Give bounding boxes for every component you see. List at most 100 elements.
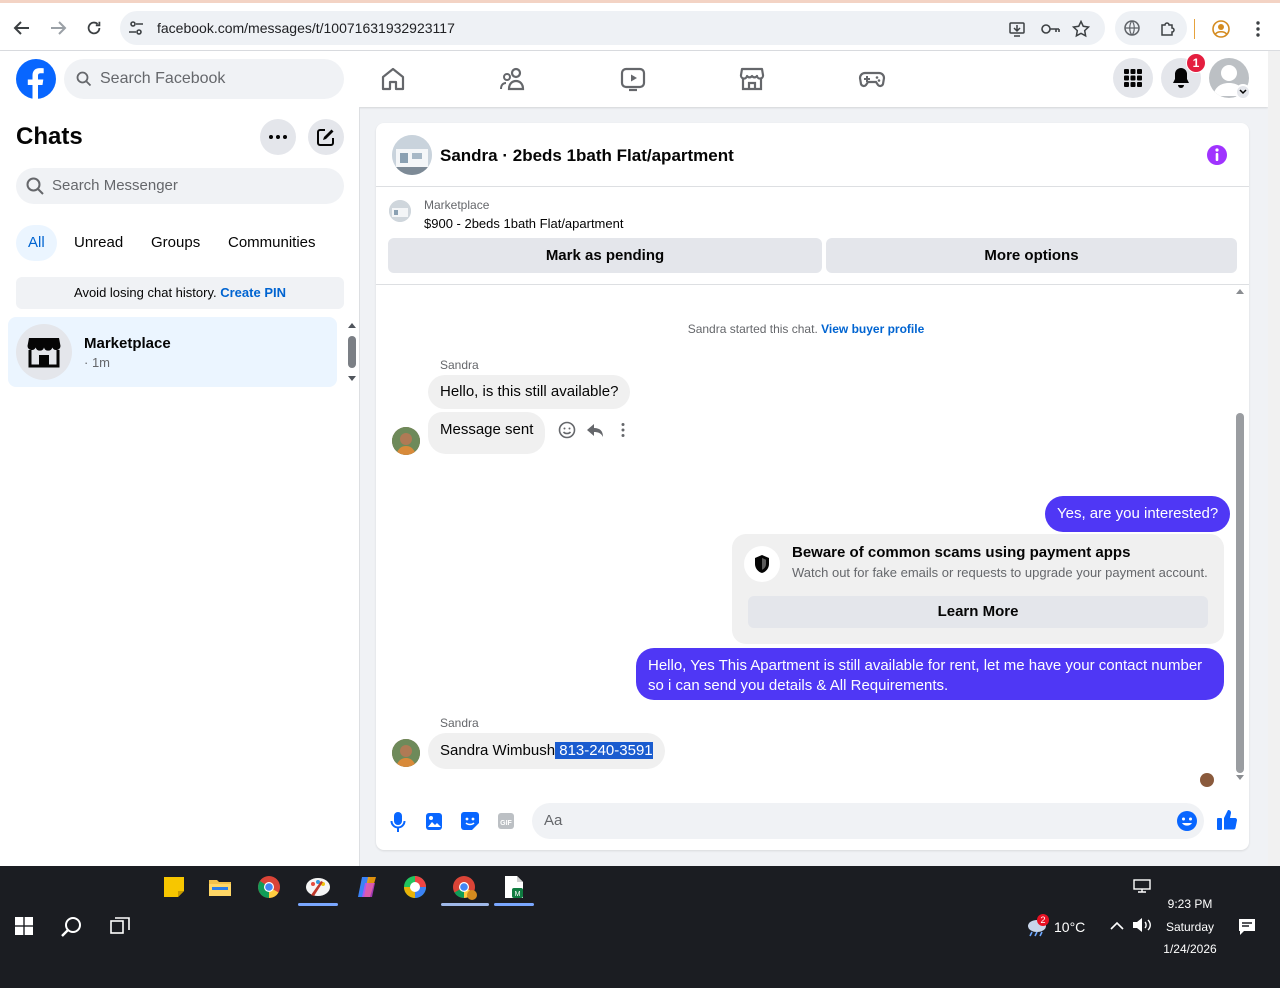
browser-menu-icon[interactable] xyxy=(1250,20,1266,38)
incoming-message[interactable]: Sandra Wimbush 813-240-3591 xyxy=(428,733,665,769)
search-icon xyxy=(76,71,92,87)
view-buyer-profile-link[interactable]: View buyer profile xyxy=(821,322,924,336)
notification-badge: 1 xyxy=(1186,53,1206,73)
chat-list-scrollbar[interactable] xyxy=(346,320,358,384)
emoji-icon[interactable] xyxy=(1176,810,1198,832)
address-bar[interactable]: facebook.com/messages/t/1007163193292311… xyxy=(120,11,1105,45)
chat-options-button[interactable] xyxy=(260,119,296,155)
filter-unread[interactable]: Unread xyxy=(62,225,135,261)
menu-button[interactable] xyxy=(1113,58,1153,98)
listing-photo-icon xyxy=(389,200,411,222)
facebook-logo-icon[interactable] xyxy=(16,59,56,99)
new-message-button[interactable] xyxy=(308,119,344,155)
chrome-active-indicator xyxy=(441,903,489,906)
volume-icon[interactable] xyxy=(1132,917,1152,933)
filter-all[interactable]: All xyxy=(16,225,57,261)
outgoing-message-line: Hello, Yes This Apartment is still avail… xyxy=(648,657,1203,674)
outgoing-message[interactable]: Yes, are you interested? xyxy=(1045,496,1231,532)
clock-day[interactable]: Saturday xyxy=(1160,920,1220,934)
scam-warning-card: Beware of common scams using payment app… xyxy=(732,534,1224,644)
outgoing-message-line: so i can send you details & All Requirem… xyxy=(648,677,949,694)
document-app-icon[interactable]: M xyxy=(503,875,525,899)
messages-scrollbar[interactable] xyxy=(1233,285,1247,785)
photo-icon[interactable] xyxy=(425,811,443,831)
react-emoji-icon[interactable] xyxy=(558,421,576,439)
network-monitor-icon[interactable] xyxy=(1133,879,1151,893)
sender-name: Sandra xyxy=(440,358,479,372)
listing-description[interactable]: $900 - 2beds 1bath Flat/apartment xyxy=(424,216,623,231)
gaming-icon[interactable] xyxy=(858,65,886,93)
info-icon[interactable] xyxy=(1206,144,1228,166)
gif-icon[interactable]: GIF xyxy=(497,811,515,831)
more-options-button[interactable]: More options xyxy=(826,238,1237,273)
listing-label: Marketplace xyxy=(424,198,490,212)
sender-avatar[interactable] xyxy=(392,739,420,767)
mark-as-pending-button[interactable]: Mark as pending xyxy=(388,238,822,273)
reload-button[interactable] xyxy=(82,16,106,40)
tray-overflow-chevron-up-icon[interactable] xyxy=(1110,921,1124,931)
chat-list-item[interactable]: Marketplace · 1m xyxy=(8,317,337,387)
sticker-icon[interactable] xyxy=(460,811,480,831)
page-scrollbar[interactable] xyxy=(1268,51,1280,866)
photos-app-icon[interactable] xyxy=(403,875,427,899)
site-info-icon xyxy=(129,21,143,35)
sticky-notes-icon[interactable] xyxy=(163,876,185,898)
file-explorer-icon[interactable] xyxy=(208,876,232,898)
taskbar-search-icon[interactable] xyxy=(61,916,83,938)
forward-button[interactable] xyxy=(46,16,70,40)
install-app-icon xyxy=(1009,22,1025,37)
chrome-icon[interactable] xyxy=(257,875,281,899)
svg-text:GIF: GIF xyxy=(500,820,512,827)
listing-avatar[interactable] xyxy=(392,135,432,175)
learn-more-button[interactable]: Learn More xyxy=(748,596,1208,628)
notification-center-icon[interactable] xyxy=(1238,918,1256,936)
message-input-placeholder: Aa xyxy=(544,812,563,829)
reply-icon[interactable] xyxy=(586,421,604,439)
back-button[interactable] xyxy=(10,16,34,40)
windows-taskbar: M 2 10°C 9:23 PM Saturday 1/24/2026 xyxy=(0,866,1280,988)
outgoing-message[interactable]: Hello, Yes This Apartment is still avail… xyxy=(636,648,1224,700)
conversation-panel: Sandra · 2beds 1bath Flat/apartment Mark… xyxy=(376,123,1249,850)
incoming-message[interactable]: Hello, is this still available? xyxy=(428,375,631,409)
extensions-puzzle-icon xyxy=(1161,22,1175,36)
weather-temperature[interactable]: 10°C xyxy=(1054,919,1085,935)
friends-icon[interactable] xyxy=(499,65,527,93)
conversation-header: Sandra · 2beds 1bath Flat/apartment xyxy=(376,123,1249,187)
chat-start-note: Sandra started this chat. View buyer pro… xyxy=(376,322,1236,336)
profile-icon[interactable] xyxy=(1212,20,1230,38)
copilot-icon[interactable] xyxy=(355,875,379,899)
incoming-message[interactable]: Message sent xyxy=(428,412,546,454)
listing-thumbnail[interactable] xyxy=(389,200,411,222)
selected-phone-number[interactable]: 813-240-3591 xyxy=(555,742,653,759)
password-key-icon xyxy=(1041,24,1060,34)
task-view-icon[interactable] xyxy=(110,917,130,935)
more-vertical-icon[interactable] xyxy=(614,421,632,439)
account-menu-chevron[interactable] xyxy=(1235,84,1251,100)
paint-app-icon[interactable] xyxy=(305,875,331,899)
video-icon[interactable] xyxy=(619,65,647,93)
extensions-area xyxy=(1115,11,1187,45)
create-pin-link[interactable]: Create PIN xyxy=(220,285,286,300)
home-icon[interactable] xyxy=(379,65,407,93)
message-input[interactable]: Aa xyxy=(532,803,1204,839)
marketplace-icon[interactable] xyxy=(738,65,766,93)
filter-communities[interactable]: Communities xyxy=(216,225,328,261)
conversation-title[interactable]: Sandra · 2beds 1bath Flat/apartment xyxy=(440,146,734,166)
chrome-profile-icon[interactable] xyxy=(452,875,478,901)
windows-start-icon[interactable] xyxy=(15,917,33,935)
clock-date[interactable]: 1/24/2026 xyxy=(1160,942,1220,956)
pin-banner-text: Avoid losing chat history. xyxy=(74,285,217,300)
translate-globe-icon xyxy=(1124,20,1140,36)
microphone-icon[interactable] xyxy=(390,811,406,833)
browser-toolbar: facebook.com/messages/t/1007163193292311… xyxy=(0,0,1280,51)
filter-groups[interactable]: Groups xyxy=(139,225,212,261)
clock-time[interactable]: 9:23 PM xyxy=(1160,897,1220,911)
facebook-search[interactable]: Search Facebook xyxy=(64,59,344,99)
sender-avatar[interactable] xyxy=(392,427,420,455)
url-text[interactable]: facebook.com/messages/t/1007163193292311… xyxy=(157,20,455,36)
forward-arrow-icon xyxy=(51,21,67,35)
thumbs-up-icon[interactable] xyxy=(1216,809,1238,831)
chat-avatar xyxy=(16,324,72,380)
messenger-search[interactable]: Search Messenger xyxy=(16,168,344,204)
weather-badge: 2 xyxy=(1037,914,1049,926)
